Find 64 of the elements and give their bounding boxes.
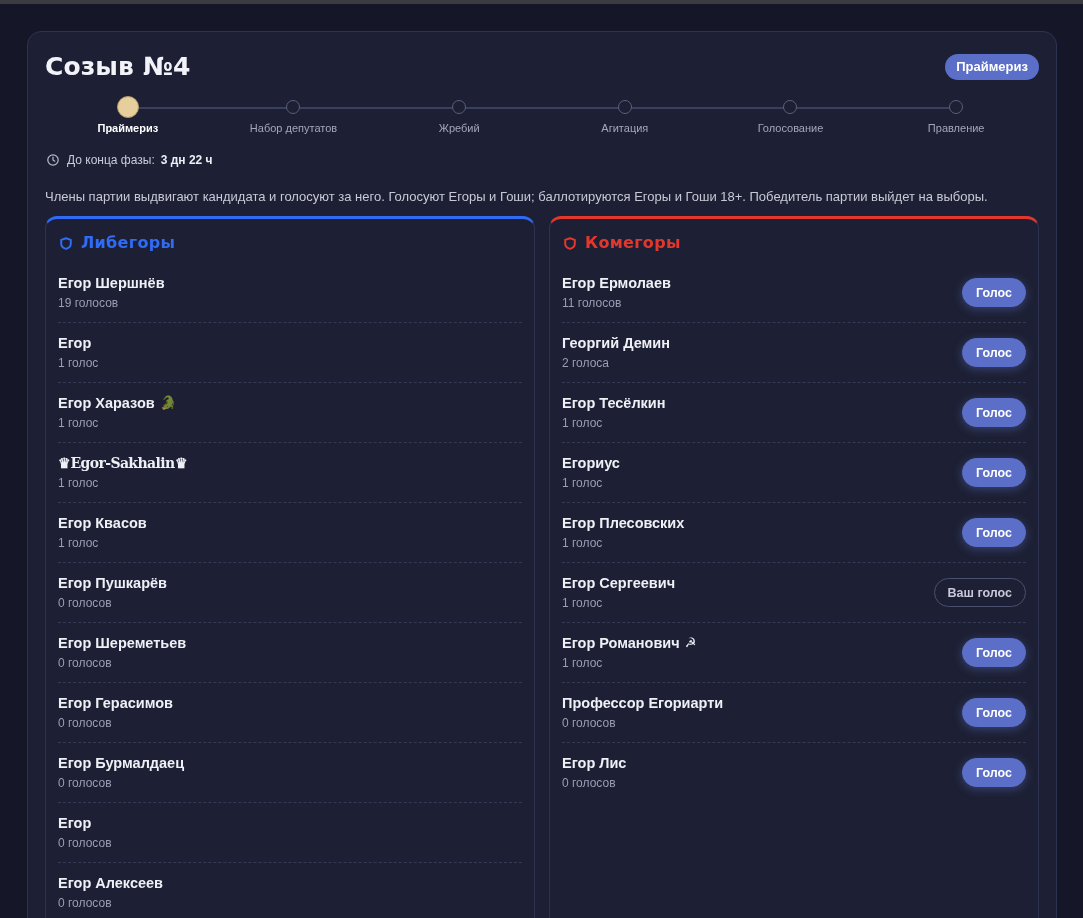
step-label: Жребий [438, 121, 480, 135]
vote-count: 0 голосов [562, 715, 617, 731]
vote-button[interactable]: Голос [962, 518, 1026, 547]
vote-count: 1 голос [58, 475, 100, 491]
candidate-name: Егор Герасимов [58, 694, 174, 712]
step-label: Агитация [601, 121, 649, 135]
candidate-name: Егор Шершнёв [58, 274, 165, 292]
vote-count: 0 голосов [58, 595, 113, 611]
candidate-name: Егор Пушкарёв [58, 574, 167, 592]
candidate-name: Егор [58, 334, 92, 352]
candidate-name: Егор [58, 814, 92, 832]
timer-value: 3 дн 22 ч [160, 153, 213, 167]
timer-label: До конца фазы: [67, 153, 155, 167]
candidate-name: Георгий Демин [562, 334, 670, 352]
candidate-name: Егор Квасов [58, 514, 147, 532]
step-label: Голосование [757, 121, 824, 135]
vote-count: 1 голос [562, 415, 604, 431]
vote-count: 11 голосов [562, 295, 623, 311]
vote-count: 1 голос [562, 655, 604, 671]
candidate-name: Егор Плесовских [562, 514, 685, 532]
vote-count: 1 голос [562, 475, 604, 491]
vote-count: 2 голоса [562, 355, 610, 371]
vote-button[interactable]: Голос [962, 458, 1026, 487]
candidate-name: Егор Ермолаев [562, 274, 671, 292]
step-label: Набор депутатов [249, 121, 338, 135]
step-label: Праймериз [97, 121, 159, 135]
vote-count: 19 голосов [58, 295, 120, 311]
vote-count: 0 голосов [58, 775, 113, 791]
vote-button[interactable]: Голос [962, 398, 1026, 427]
vote-count: 1 голос [58, 535, 100, 551]
vote-button[interactable]: Голос [962, 698, 1026, 727]
vote-count: 0 голосов [58, 835, 112, 851]
vote-count: 1 голос [562, 535, 604, 551]
vote-button[interactable]: Голос [962, 638, 1026, 667]
party-name: Комегоры [585, 233, 681, 253]
description-text: Члены партии выдвигают кандидата и голосуют за него. Голосуют Егоры и Гоши; баллотируются Егоры и Гоши 18+. Победитель партии выйдет на выборы. [45, 188, 989, 205]
vote-count: 0 голосов [58, 895, 113, 911]
candidate-name: Егор Харазов [58, 394, 155, 412]
emoji-icon: 🐊 [159, 395, 176, 411]
vote-count: 1 голос [58, 355, 99, 371]
vote-count: 1 голос [562, 595, 604, 611]
emoji-icon: ☭ [684, 635, 697, 651]
candidate-name: Егор Сергеевич [562, 574, 676, 592]
candidate-name: Егор Лис [562, 754, 627, 772]
vote-button[interactable]: Голос [962, 758, 1026, 787]
candidate-name: Егор Романович [562, 634, 680, 652]
candidate-name: Профессор Егориарти [562, 694, 724, 712]
vote-button[interactable]: Голос [962, 278, 1026, 307]
vote-count: 0 голосов [58, 715, 113, 731]
phase-badge: Праймериз [945, 54, 1039, 80]
candidate-name: ♛Egor-Sakhalin♛ [58, 454, 187, 472]
candidate-name: Егор Бурмалдаец [58, 754, 185, 772]
vote-count: 1 голос [58, 415, 100, 431]
clock-icon [47, 154, 59, 166]
vote-count: 0 голосов [562, 775, 617, 791]
session-title: Созыв №4 [45, 52, 191, 82]
vote-button[interactable]: Голос [962, 338, 1026, 367]
candidate-name: Егориус [562, 454, 620, 472]
candidate-name: Егор Тесёлкин [562, 394, 666, 412]
candidate-name: Егор Шереметьев [58, 634, 187, 652]
step-label: Правление [927, 121, 985, 135]
candidate-name: Егор Алексеев [58, 874, 163, 892]
party-name: Либегоры [81, 233, 176, 253]
vote-count: 0 голосов [58, 655, 113, 671]
